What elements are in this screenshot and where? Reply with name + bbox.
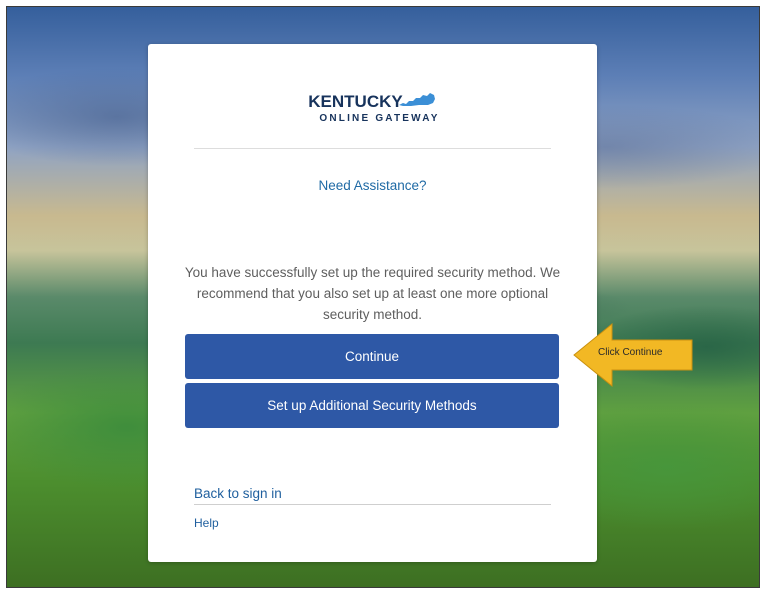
setup-additional-security-button[interactable]: Set up Additional Security Methods	[185, 383, 559, 428]
help-link[interactable]: Help	[194, 516, 219, 530]
need-assistance-link[interactable]: Need Assistance?	[148, 178, 597, 193]
login-card: KENTUCKY ONLINE GATEWAY Need Assistance?…	[148, 44, 597, 562]
header-divider	[194, 148, 551, 149]
callout-text: Click Continue	[598, 347, 663, 358]
continue-button[interactable]: Continue	[185, 334, 559, 379]
success-message: You have successfully set up the require…	[184, 265, 561, 322]
logo-subtitle: ONLINE GATEWAY	[319, 113, 440, 124]
logo-top-row: KENTUCKY	[308, 92, 436, 111]
logo-title: KENTUCKY	[308, 92, 403, 111]
back-to-sign-in-link[interactable]: Back to sign in	[194, 486, 282, 501]
footer-divider	[194, 504, 551, 505]
kentucky-online-gateway-logo: KENTUCKY ONLINE GATEWAY	[148, 92, 597, 125]
kentucky-state-icon	[398, 93, 435, 106]
